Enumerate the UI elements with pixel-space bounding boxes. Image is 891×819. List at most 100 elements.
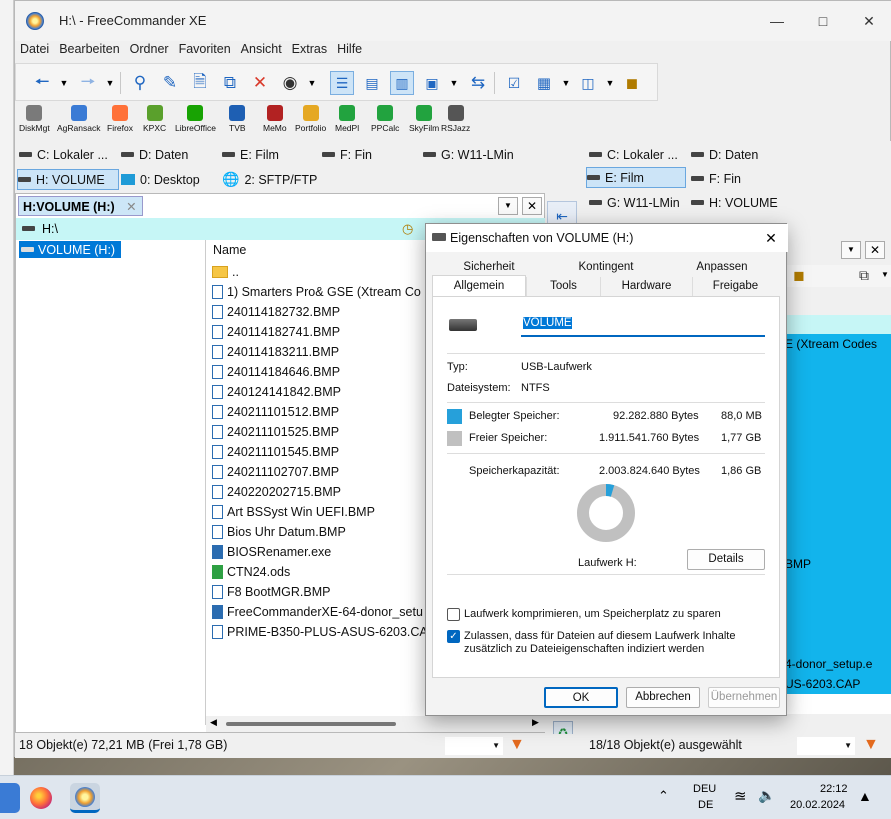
scroll-left-icon[interactable]: ◀ [210,717,217,728]
right-selected-rows[interactable] [783,574,891,654]
binoculars-icon[interactable]: ◉ [278,71,302,95]
filter-icon[interactable]: ▼ [509,736,525,754]
quicklaunch-libreoffice[interactable]: LibreOffice [175,105,216,133]
copy-icon[interactable]: ⧉ [859,267,869,284]
clock-date[interactable]: 20.02.2024 [790,799,845,811]
dropdown-icon[interactable]: ▼ [881,270,889,279]
close-panel-icon[interactable]: ✕ [522,197,542,215]
quicklaunch-ppcalc[interactable]: PPCalc [371,105,399,133]
file-row[interactable]: BIOSRenamer.exe [212,542,331,562]
right-file-row[interactable]: 4-donor_setup.e [783,654,891,674]
file-row[interactable]: 240211101512.BMP [212,402,339,422]
file-row[interactable]: 240114183211.BMP [212,342,339,362]
freecommander-taskbar-icon[interactable] [70,783,100,813]
quicklaunch-rsjazz[interactable]: RSJazz [441,105,470,133]
right-path-bar[interactable] [783,315,891,334]
cancel-button[interactable]: Abbrechen [626,687,700,708]
file-row[interactable]: 240211102707.BMP [212,462,339,482]
tab-dropdown-icon[interactable]: ▼ [498,197,518,215]
folder-icon[interactable]: ◼ [793,267,805,284]
left-drive-d[interactable]: D: Daten [121,144,188,165]
quicklaunch-diskmgt[interactable]: DiskMgt [19,105,50,133]
menu-bearbeiten[interactable]: Bearbeiten [54,41,124,57]
right-drive-h[interactable]: H: VOLUME [691,192,778,213]
menu-extras[interactable]: Extras [287,41,332,57]
script-icon[interactable]: ◼ [620,71,644,95]
menu-ansicht[interactable]: Ansicht [236,41,287,57]
edit-pencil-icon[interactable]: ✎ [158,71,182,95]
index-checkbox[interactable]: ✓ [447,630,460,643]
tab-anpassen[interactable]: Anpassen [666,258,778,277]
right-tab-dropdown-icon[interactable]: ▼ [841,241,861,259]
file-row[interactable]: 240211101525.BMP [212,422,339,442]
back-arrow-icon[interactable]: 🠔 [30,71,54,95]
right-drive-e[interactable]: E: Film [586,167,686,188]
file-row[interactable]: 1) Smarters Pro& GSE (Xtream Co [212,282,421,302]
right-drive-c[interactable]: C: Lokaler ... [589,144,678,165]
file-row[interactable]: PRIME-B350-PLUS-ASUS-6203.CAP [212,622,436,642]
binoculars-dropdown-icon[interactable]: ▼ [300,71,324,95]
forward-arrow-icon[interactable]: 🠖 [76,71,100,95]
left-filter-combo[interactable]: ▼ [445,737,503,755]
file-row[interactable]: 240114182741.BMP [212,322,340,342]
menu-ordner[interactable]: Ordner [125,41,174,57]
scroll-right-icon[interactable]: ▶ [532,717,539,728]
quicklaunch-portfolio[interactable]: Portfolio [295,105,326,133]
right-drive-d[interactable]: D: Daten [691,144,758,165]
right-drive-g[interactable]: G: W11-LMin [589,192,687,213]
back-dropdown-icon[interactable]: ▼ [52,71,76,95]
tree-view-icon[interactable]: ☰ [330,71,354,95]
quicklaunch-skyfilm[interactable]: SkyFilm [409,105,439,133]
left-drive-c[interactable]: C: Lokaler ... [19,144,108,165]
taskbar-app-icon[interactable] [0,783,20,813]
tab-freigabe[interactable]: Freigabe [692,277,778,296]
checklist-icon[interactable]: ☑ [502,71,526,95]
input-lang-primary[interactable]: DEU [693,783,716,795]
details-button[interactable]: Details [687,549,765,570]
copy-icon[interactable]: ⧉ [218,71,242,95]
file-row[interactable]: 240114182732.BMP [212,302,340,322]
quicklaunch-memo[interactable]: MeMo [263,105,287,133]
grid-dropdown-icon[interactable]: ▼ [554,71,578,95]
dialog-close-button[interactable]: ✕ [760,228,782,248]
close-tab-icon[interactable]: ✕ [126,200,136,214]
new-file-icon[interactable]: 🗎 [188,71,212,95]
clock-time[interactable]: 22:12 [820,783,848,795]
tab-tools[interactable]: Tools [526,277,600,296]
file-row[interactable]: .. [212,262,239,282]
history-icon[interactable]: ◷ [402,221,413,237]
quicklaunch-kpxc[interactable]: KPXC [143,105,166,133]
tab-h-volume[interactable]: H:VOLUME (H:) ✕ [18,196,143,216]
file-row[interactable]: Art BSSyst Win UEFI.BMP [212,502,375,522]
file-row[interactable]: 240124141842.BMP [212,382,341,402]
volume-icon[interactable]: 🔈 [758,787,775,804]
left-drive-h[interactable]: H: VOLUME [17,169,119,190]
compress-checkbox[interactable] [447,608,460,621]
right-file-row[interactable]: BMP [783,554,891,574]
notification-bell-icon[interactable]: ▲ [858,788,872,804]
right-drive-f[interactable]: F: Fin [691,168,741,189]
search-icon[interactable]: ⚲ [128,71,152,95]
left-drive-e[interactable]: E: Film [222,144,279,165]
file-row[interactable]: CTN24.ods [212,562,290,582]
wifi-icon[interactable]: ≊ [734,787,747,805]
layout-icon[interactable]: ▣ [420,71,444,95]
tree-node-volume[interactable]: VOLUME (H:) [19,241,121,258]
chevron-up-icon[interactable]: ⌃ [658,788,669,804]
right-file-row[interactable]: US-6203.CAP [783,674,891,694]
tab-allgemein[interactable]: Allgemein [432,275,526,297]
menu-hilfe[interactable]: Hilfe [332,41,367,57]
ok-button[interactable]: OK [544,687,618,708]
details-view-icon[interactable]: ▤ [360,71,384,95]
forward-dropdown-icon[interactable]: ▼ [98,71,122,95]
minimize-button[interactable]: — [754,1,800,41]
left-drive-g[interactable]: G: W11-LMin [423,144,521,165]
file-row[interactable]: 240220202715.BMP [212,482,341,502]
window-icon[interactable]: ◫ [576,71,600,95]
window-dropdown-icon[interactable]: ▼ [598,71,622,95]
close-window-button[interactable]: ✕ [846,1,891,41]
dual-panel-icon[interactable]: ▥ [390,71,414,95]
right-close-panel-icon[interactable]: ✕ [865,241,885,259]
menu-datei[interactable]: Datei [15,41,54,57]
layout-dropdown-icon[interactable]: ▼ [442,71,466,95]
